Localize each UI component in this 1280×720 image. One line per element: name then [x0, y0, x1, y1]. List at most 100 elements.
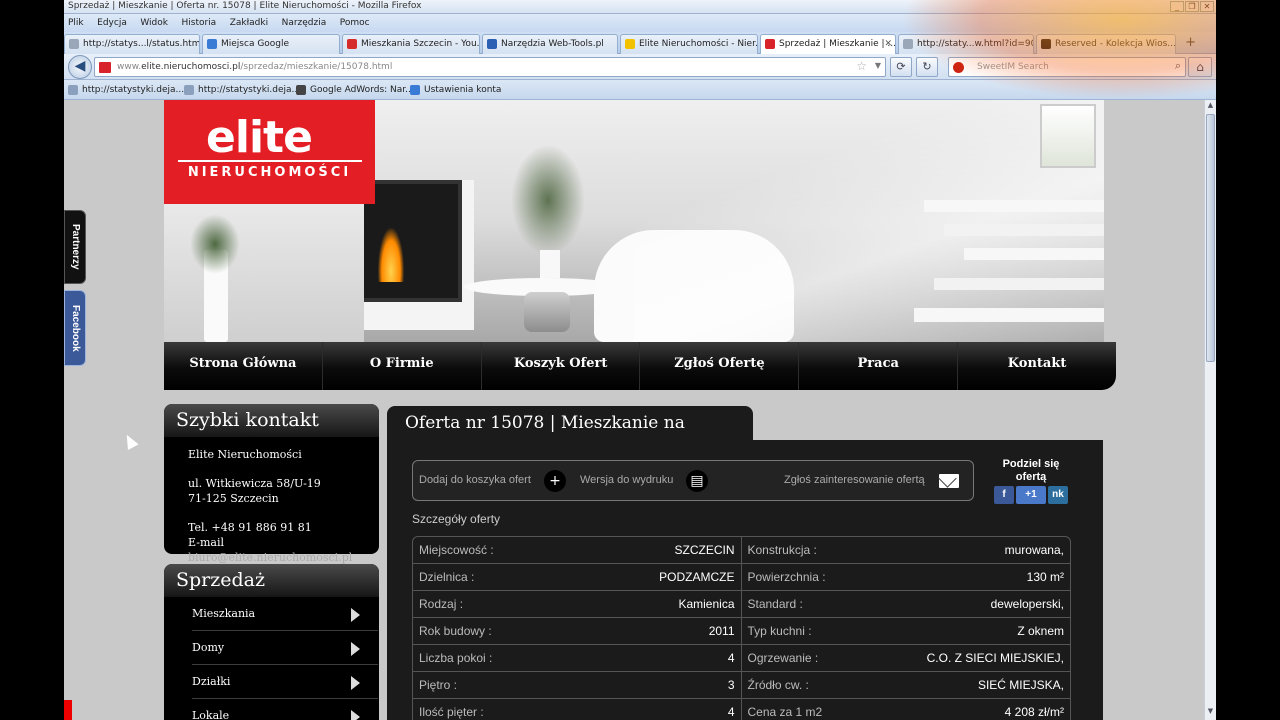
window-controls: _ ❐ ✕ [1170, 1, 1214, 12]
share-box: Podziel się ofertą f +1 nk [987, 458, 1075, 504]
details-value: SIEĆ MIEJSKA, [977, 678, 1064, 692]
nav-submit-offer[interactable]: Zgłoś Ofertę [640, 342, 800, 390]
browser-tab[interactable]: http://staty...w.html?id=90 [898, 34, 1034, 54]
home-button[interactable]: ⌂ [1188, 57, 1212, 77]
browser-tab[interactable]: Sprzedaż | Mieszkanie | ... ✕ [760, 34, 896, 54]
details-key: Standard : [747, 597, 803, 611]
site-favicon-icon [99, 62, 111, 73]
details-cell: Cena za 1 m2 4 208 zł/m² [742, 699, 1071, 720]
search-icon[interactable]: ⌕ [1175, 59, 1181, 73]
nav-home[interactable]: Strona Główna [164, 342, 323, 390]
bookmark-favicon-icon [296, 85, 306, 95]
bookmark-item[interactable]: Ustawienia konta [410, 80, 501, 100]
browser-tab[interactable]: Narzędzia Web-Tools.pl [482, 34, 618, 54]
details-cell: Dzielnica : PODZAMCZE [413, 564, 742, 590]
nav-jobs[interactable]: Praca [799, 342, 959, 390]
menu-bookmarks[interactable]: Zakładki [230, 14, 268, 32]
report-interest-label[interactable]: Zgłoś zainteresowanie ofertą [784, 461, 925, 500]
main-navigation: Strona Główna O Firmie Koszyk Ofert Zgło… [164, 342, 1116, 390]
details-cell: Liczba pokoi : 4 [413, 645, 742, 671]
browser-tab[interactable]: http://statys...l/status.html [64, 34, 200, 54]
nav-offer-cart[interactable]: Koszyk Ofert [482, 342, 641, 390]
stair-step [914, 308, 1104, 322]
details-key: Ilość pięter : [419, 705, 484, 719]
arrow-left-icon: ◀ [74, 58, 86, 74]
details-cell: Piętro : 3 [413, 672, 742, 698]
details-cell: Typ kuchni : Z oknem [742, 618, 1071, 644]
details-value: SZCZECIN [674, 543, 735, 557]
menu-tools[interactable]: Narzędzia [282, 14, 327, 32]
details-key: Cena za 1 m2 [747, 705, 823, 719]
bookmark-item[interactable]: http://statystyki.deja... [184, 80, 300, 100]
url-text: www.elite.nieruchomosci.pl/sprzedaz/mies… [117, 62, 393, 72]
facebook-share-icon[interactable]: f [994, 486, 1014, 504]
reload-alt-button[interactable]: ⟳ [890, 57, 912, 77]
close-tab-icon[interactable]: ✕ [884, 35, 892, 53]
bookmark-label: Google AdWords: Nar... [310, 85, 414, 95]
details-cell: Powierzchnia : 130 m² [742, 564, 1071, 590]
vertical-scrollbar[interactable]: ▲ ▼ [1204, 100, 1216, 720]
minimize-button[interactable]: _ [1170, 1, 1184, 12]
bookmark-star-icon[interactable]: ☆ [856, 59, 867, 73]
browser-tab[interactable]: Reserved - Kolekcja Wios... [1036, 34, 1176, 54]
quick-contact-box: Szybki kontakt Elite Nieruchomości ul. W… [164, 404, 379, 564]
details-row: Rok budowy : 2011 Typ kuchni : Z oknem [413, 618, 1070, 645]
site-logo[interactable]: elite NIERUCHOMOŚCI [164, 100, 375, 204]
add-to-cart-label[interactable]: Dodaj do koszyka ofert [419, 461, 531, 500]
sales-item-plots[interactable]: Działki [192, 665, 378, 699]
tab-label: Reserved - Kolekcja Wios... [1055, 39, 1176, 49]
sales-item-houses[interactable]: Domy [192, 631, 378, 665]
scrollbar-thumb[interactable] [1206, 114, 1215, 362]
details-row: Liczba pokoi : 4 Ogrzewanie : C.O. Z SIECI … [413, 645, 1070, 672]
staircase-light [634, 100, 1104, 342]
details-cell: Ilość pięter : 4 [413, 699, 742, 720]
bookmark-item[interactable]: http://statystyki.deja... [68, 80, 184, 100]
nav-about[interactable]: O Firmie [323, 342, 482, 390]
envelope-icon[interactable] [939, 474, 959, 488]
close-window-button[interactable]: ✕ [1200, 1, 1214, 12]
tab-favicon-icon [69, 39, 79, 49]
menu-file[interactable]: Plik [68, 14, 84, 32]
facebook-side-tab[interactable]: Facebook [64, 290, 86, 366]
menu-view[interactable]: Widok [140, 14, 168, 32]
menu-history[interactable]: Historia [181, 14, 216, 32]
sales-item-premises[interactable]: Lokale [192, 699, 378, 720]
nk-share-icon[interactable]: nk [1048, 486, 1068, 504]
browser-tab[interactable]: Mieszkania Szczecin - You... [342, 34, 480, 54]
logo-divider [178, 160, 362, 162]
back-button[interactable]: ◀ [68, 55, 92, 79]
details-value: 2011 [708, 624, 735, 638]
search-box[interactable]: SweetIM Search ⌕ [948, 57, 1186, 77]
scroll-up-icon[interactable]: ▲ [1206, 101, 1215, 113]
details-cell: Miejscowość : SZCZECIN [413, 537, 742, 563]
reload-icon: ⟳ [896, 60, 906, 73]
chevron-right-icon [351, 676, 360, 690]
bookmark-item[interactable]: Google AdWords: Nar... [296, 80, 414, 100]
scroll-down-icon[interactable]: ▼ [1206, 707, 1215, 719]
google-plus-share-icon[interactable]: +1 [1016, 486, 1046, 504]
menu-help[interactable]: Pomoc [340, 14, 370, 32]
sales-item-apartments[interactable]: Mieszkania [192, 597, 378, 631]
stair-step [944, 224, 1104, 236]
details-cell: Źródło cw. : SIEĆ MIEJSKA, [742, 672, 1071, 698]
partners-side-tab[interactable]: Partnerzy [64, 210, 86, 284]
details-value: Kamienica [678, 597, 735, 611]
search-engine-icon[interactable] [953, 62, 964, 73]
print-version-label[interactable]: Wersja do wydruku [580, 461, 673, 500]
browser-tab[interactable]: Elite Nieruchomości - Nier... [620, 34, 758, 54]
tab-label: Elite Nieruchomości - Nier... [639, 39, 758, 49]
maximize-button[interactable]: ❐ [1185, 1, 1199, 12]
contact-email-link[interactable]: biuro@elite.nieruchomosci.pl [188, 551, 352, 564]
details-cell: Konstrukcja : murowana, [742, 537, 1071, 563]
menu-edit[interactable]: Edycja [97, 14, 127, 32]
details-cell: Rodzaj : Kamienica [413, 591, 742, 617]
url-dropdown-icon[interactable]: ▼ [875, 61, 881, 70]
new-tab-button[interactable]: + [1185, 35, 1196, 50]
printer-icon[interactable]: ▤ [686, 470, 708, 492]
add-to-cart-plus-icon[interactable]: + [544, 470, 566, 492]
details-row: Miejscowość : SZCZECIN Konstrukcja : murowa… [413, 537, 1070, 564]
reload-button[interactable]: ↻ [916, 57, 938, 77]
nav-contact[interactable]: Kontakt [958, 342, 1116, 390]
address-bar[interactable]: www.elite.nieruchomosci.pl/sprzedaz/mies… [94, 57, 886, 77]
browser-tab[interactable]: Miejsca Google [202, 34, 340, 54]
